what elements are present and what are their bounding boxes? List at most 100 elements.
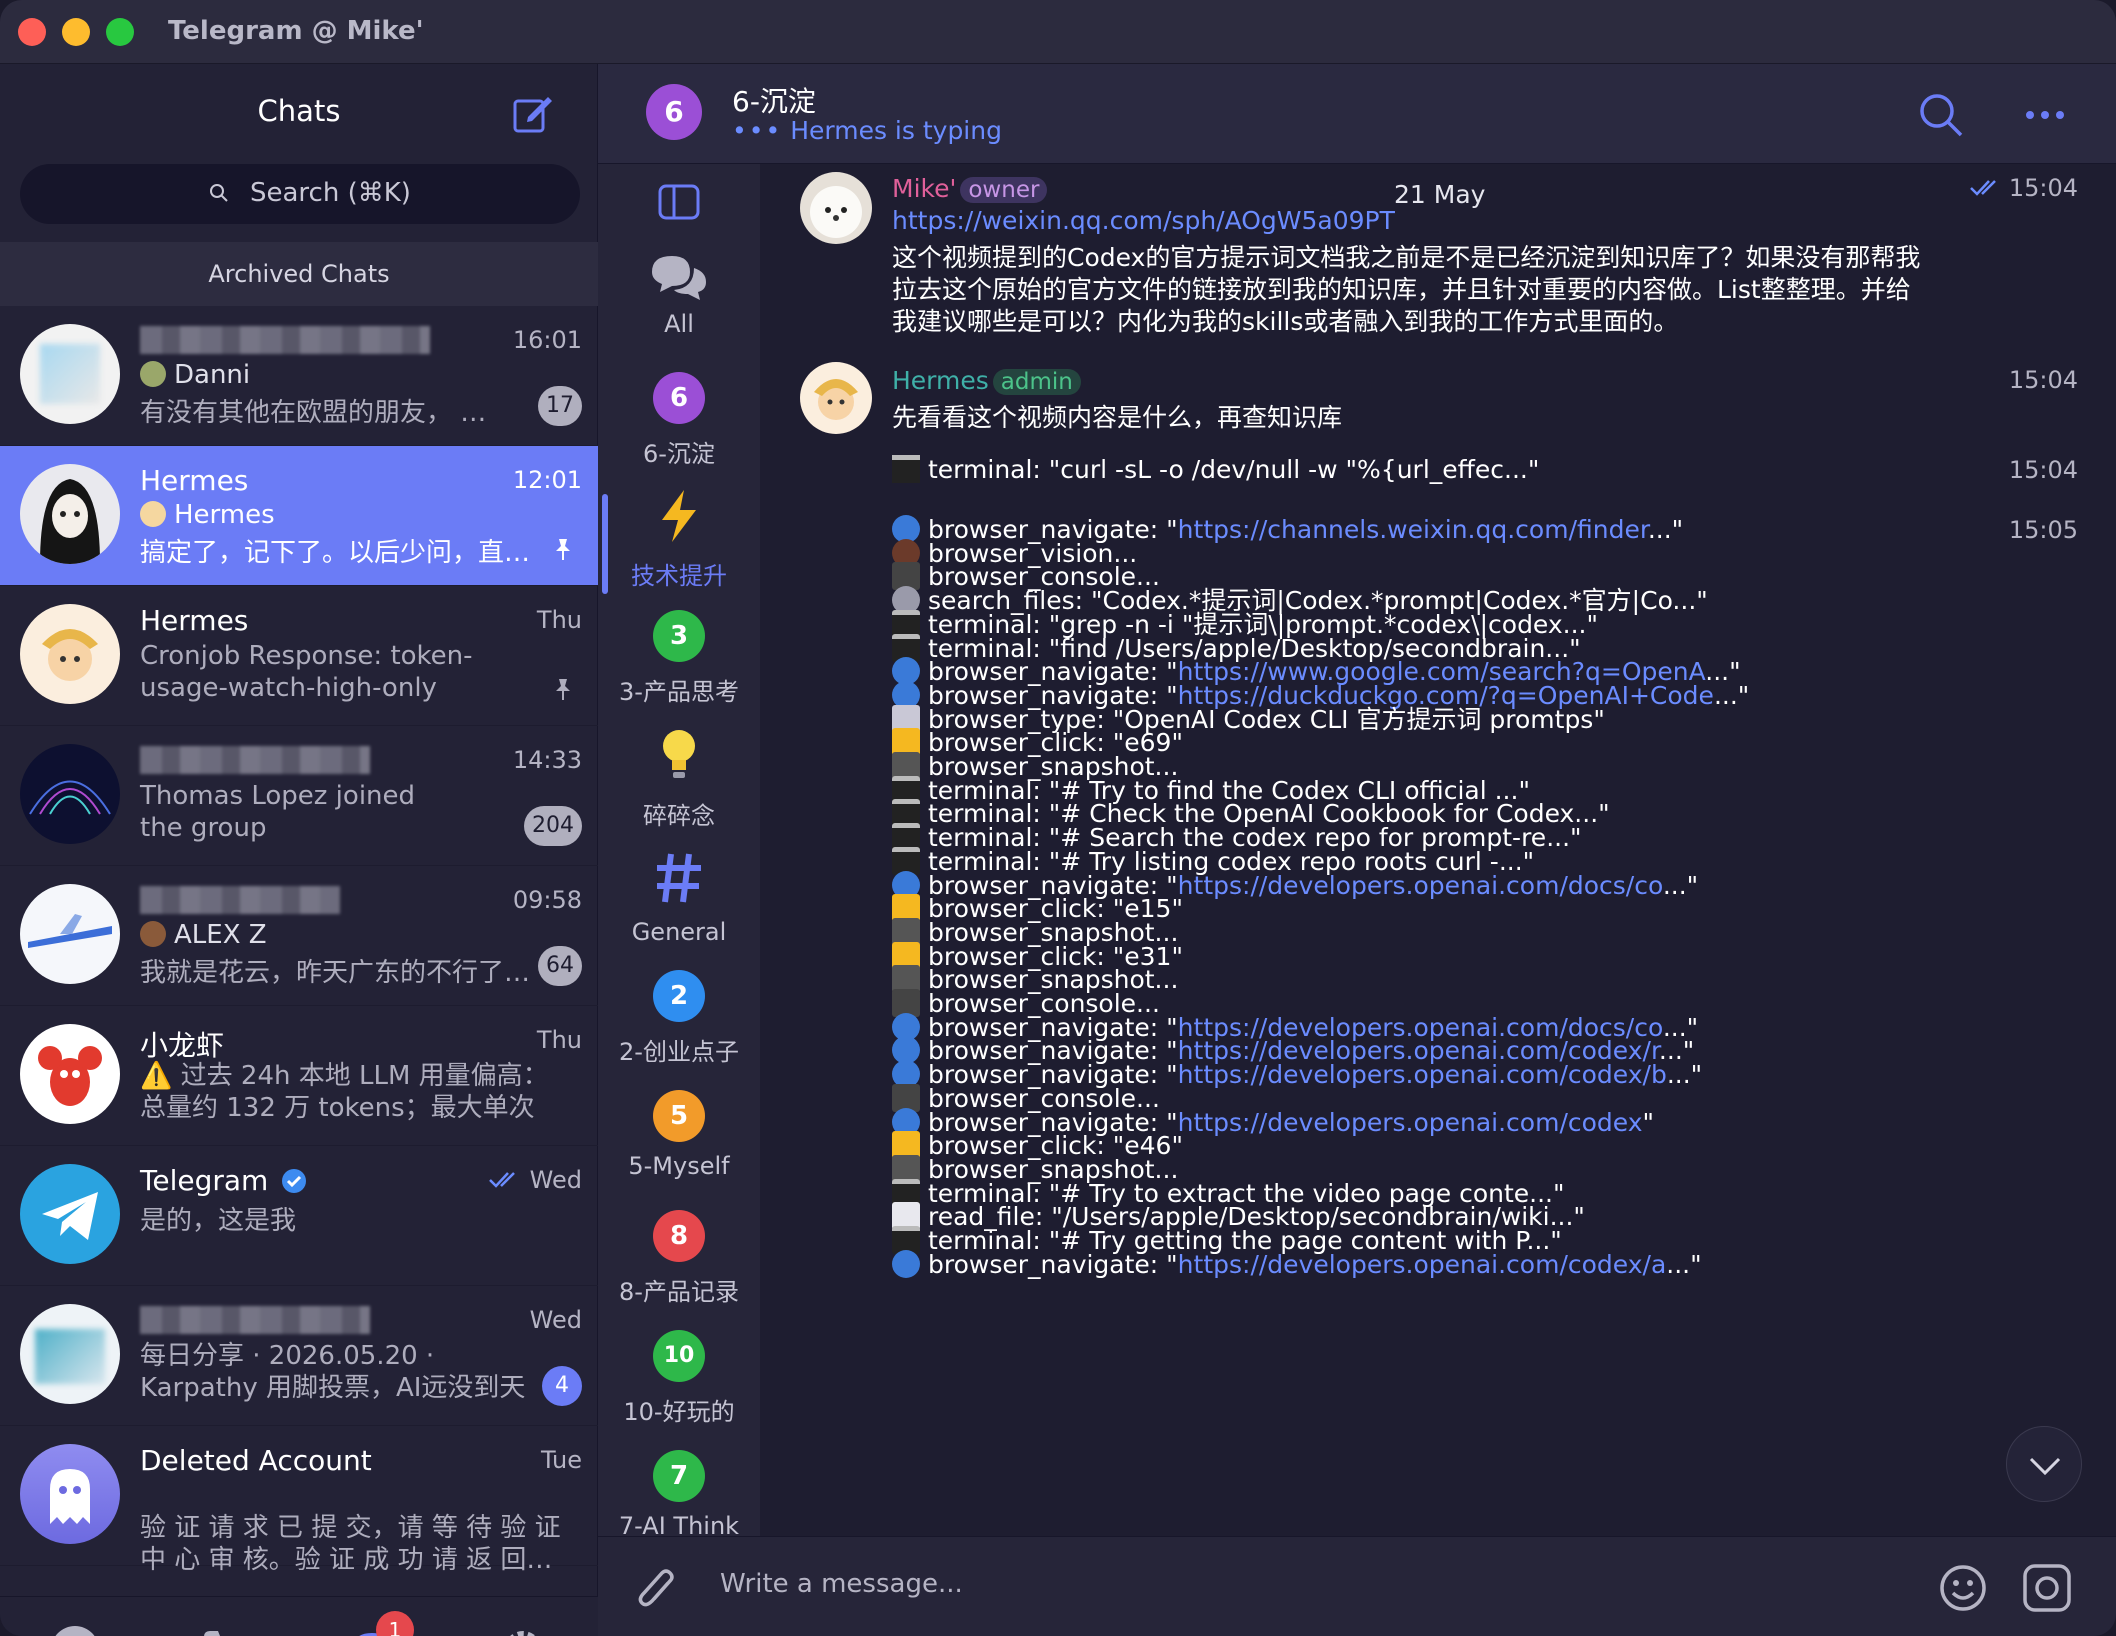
folder-sidebar: All 6 6-沉淀 技术提升 3 3-产品思考 碎碎念 General 2 2… <box>598 64 760 1636</box>
tool-link[interactable]: https://channels.weixin.qq.com/finder <box>1178 515 1648 544</box>
chat-header: 6 6-沉淀 ••• Hermes is typing <box>598 64 2116 164</box>
folder-number: 8 <box>653 1210 705 1262</box>
pin-icon <box>556 539 570 560</box>
folder-6[interactable]: 6 6-沉淀 <box>598 372 760 469</box>
role-badge: admin <box>992 369 1081 395</box>
message-time: 15:04 <box>2008 456 2078 484</box>
unread-badge: 64 <box>538 946 582 986</box>
chat-name: Deleted Account <box>140 1444 372 1477</box>
folder-2[interactable]: 2 2-创业点子 <box>598 970 760 1067</box>
group-title[interactable]: 6-沉淀 <box>732 80 816 120</box>
chat-bubbles-icon <box>652 256 706 300</box>
scroll-to-bottom-button[interactable] <box>2006 1426 2082 1502</box>
chat-preview: 搞定了，记下了。以后少问，直… <box>140 538 531 568</box>
chat-item[interactable]: Wed 每日分享 · 2026.05.20 · Karpathy 用脚投票，AI… <box>0 1286 598 1426</box>
folder-all[interactable]: All <box>598 250 760 338</box>
chat-sender: Danni <box>140 360 250 390</box>
chat-sender: Hermes <box>140 500 275 530</box>
chat-time: 09:58 <box>512 886 582 914</box>
pin-icon <box>556 679 570 700</box>
folder-8[interactable]: 8 8-产品记录 <box>598 1210 760 1307</box>
more-options-icon[interactable] <box>2022 92 2068 138</box>
chat-item[interactable]: 小龙虾 Thu ⚠️ 过去 24h 本地 LLM 用量偏高： 总量约 132 万… <box>0 1006 598 1146</box>
verified-icon <box>282 1169 307 1193</box>
hashtag-icon <box>657 853 701 903</box>
folder-number: 10 <box>653 1330 705 1382</box>
chat-item[interactable]: Hermes Thu Cronjob Response: token-usage… <box>0 586 598 726</box>
sidebar-toggle-icon[interactable] <box>658 184 700 220</box>
chat-item[interactable]: 14:33 Thomas Lopez joined the group 204 <box>0 726 598 866</box>
avatar <box>20 744 120 844</box>
author-name[interactable]: Hermes <box>892 366 989 395</box>
chat-name: Hermes <box>140 604 249 637</box>
search-input[interactable]: Search (⌘K) <box>20 164 580 224</box>
search-icon <box>210 184 228 202</box>
avatar <box>20 604 120 704</box>
avatar[interactable] <box>800 172 872 244</box>
chat-time: Tue <box>541 1446 582 1474</box>
chat-name: Hermes <box>140 464 249 497</box>
emoji-icon[interactable] <box>1938 1563 1988 1613</box>
lightbulb-icon <box>663 730 695 778</box>
folder-tech[interactable]: 技术提升 <box>598 488 760 591</box>
folder-7[interactable]: 7 7-AI Think <box>598 1450 760 1540</box>
folder-general[interactable]: General <box>598 850 760 946</box>
chat-preview: 是的，这是我 <box>140 1206 297 1236</box>
telegram-window: Telegram @ Mike' Chats Search (⌘K) Archi… <box>0 0 2116 1636</box>
unread-badge: 17 <box>538 386 582 426</box>
author-name[interactable]: Mike' <box>892 174 956 203</box>
chats-unread-badge: 1 <box>376 1611 414 1636</box>
folder-5[interactable]: 5 5-Myself <box>598 1090 760 1180</box>
attachment-icon[interactable] <box>634 1563 680 1613</box>
group-avatar[interactable]: 6 <box>646 84 702 140</box>
chat-list: 16:01 Danni 有没有其他在欧盟的朋友， … 17 Hermes 12:… <box>0 306 598 1596</box>
chat-item-selected[interactable]: Hermes 12:01 Hermes 搞定了，记下了。以后少问，直… <box>0 446 598 586</box>
video-message-icon[interactable] <box>2022 1563 2072 1613</box>
search-icon[interactable] <box>1918 92 1964 138</box>
folder-number: 6 <box>653 372 705 424</box>
message-input[interactable]: Write a message... <box>720 1569 963 1599</box>
chat-list-panel: Chats Search (⌘K) Archived Chats 16:01 D… <box>0 64 598 1636</box>
chat-item[interactable]: Deleted Account Tue 验 证 请 求 已 提 交，请 等 待 … <box>0 1426 598 1575</box>
close-window-button[interactable] <box>18 18 46 46</box>
typing-status: ••• Hermes is typing <box>732 116 1002 145</box>
chat-time: Wed <box>488 1166 582 1194</box>
chat-preview: Thomas Lopez joined the group <box>140 781 416 843</box>
chat-preview: 有没有其他在欧盟的朋友， … <box>140 398 487 428</box>
zoom-window-button[interactable] <box>106 18 134 46</box>
folder-notes[interactable]: 碎碎念 <box>598 726 760 831</box>
avatar <box>20 464 120 564</box>
message-time: 15:04 <box>2008 366 2078 394</box>
tool-link[interactable]: https://developers.openai.com/codex/a <box>1178 1250 1667 1279</box>
message-text: 拉去这个原始的官方文件的链接放到我的知识库，并且针对重要的内容做。List整整理… <box>892 275 1911 304</box>
tool-link[interactable]: https://developers.openai.com/codex <box>1178 1108 1643 1137</box>
avatar[interactable] <box>800 362 872 434</box>
double-check-icon <box>489 1172 515 1188</box>
title-bar: Telegram @ Mike' <box>0 0 2116 64</box>
compose-icon[interactable] <box>512 92 554 134</box>
calls-icon[interactable] <box>198 1623 252 1636</box>
chat-time: 14:33 <box>512 746 582 774</box>
tool-link[interactable]: https://developers.openai.com/codex/b <box>1178 1060 1667 1089</box>
tool-link[interactable]: https://developers.openai.com/docs/co <box>1178 871 1663 900</box>
chat-item[interactable]: Telegram Wed 是的，这是我 <box>0 1146 598 1286</box>
chat-list-header: Chats <box>0 64 598 164</box>
settings-gear-icon[interactable] <box>496 1623 550 1636</box>
contacts-icon[interactable] <box>48 1623 102 1636</box>
minimize-window-button[interactable] <box>62 18 90 46</box>
blurred-chat-name <box>140 886 340 914</box>
chat-item[interactable]: 09:58 ALEX Z 我就是花云，昨天广东的不行了… 64 <box>0 866 598 1006</box>
tool-call: browser_navigate: "https://developers.op… <box>892 1249 1702 1281</box>
avatar <box>20 884 120 984</box>
message-author-line: Mike' owner <box>892 174 1048 203</box>
date-separator: 21 May <box>1394 180 1486 209</box>
double-check-icon <box>1970 180 1997 196</box>
folder-3[interactable]: 3 3-产品思考 <box>598 610 760 707</box>
archived-chats-row[interactable]: Archived Chats <box>0 242 598 306</box>
folder-10[interactable]: 10 10-好玩的 <box>598 1330 760 1427</box>
chat-item[interactable]: 16:01 Danni 有没有其他在欧盟的朋友， … 17 <box>0 306 598 446</box>
message-text: 先看看这个视频内容是什么，再查知识库 <box>892 403 1343 432</box>
message-link[interactable]: https://weixin.qq.com/sph/AOgW5a09PT <box>892 206 1395 235</box>
folder-number: 3 <box>653 610 705 662</box>
blurred-chat-name <box>140 1306 370 1334</box>
